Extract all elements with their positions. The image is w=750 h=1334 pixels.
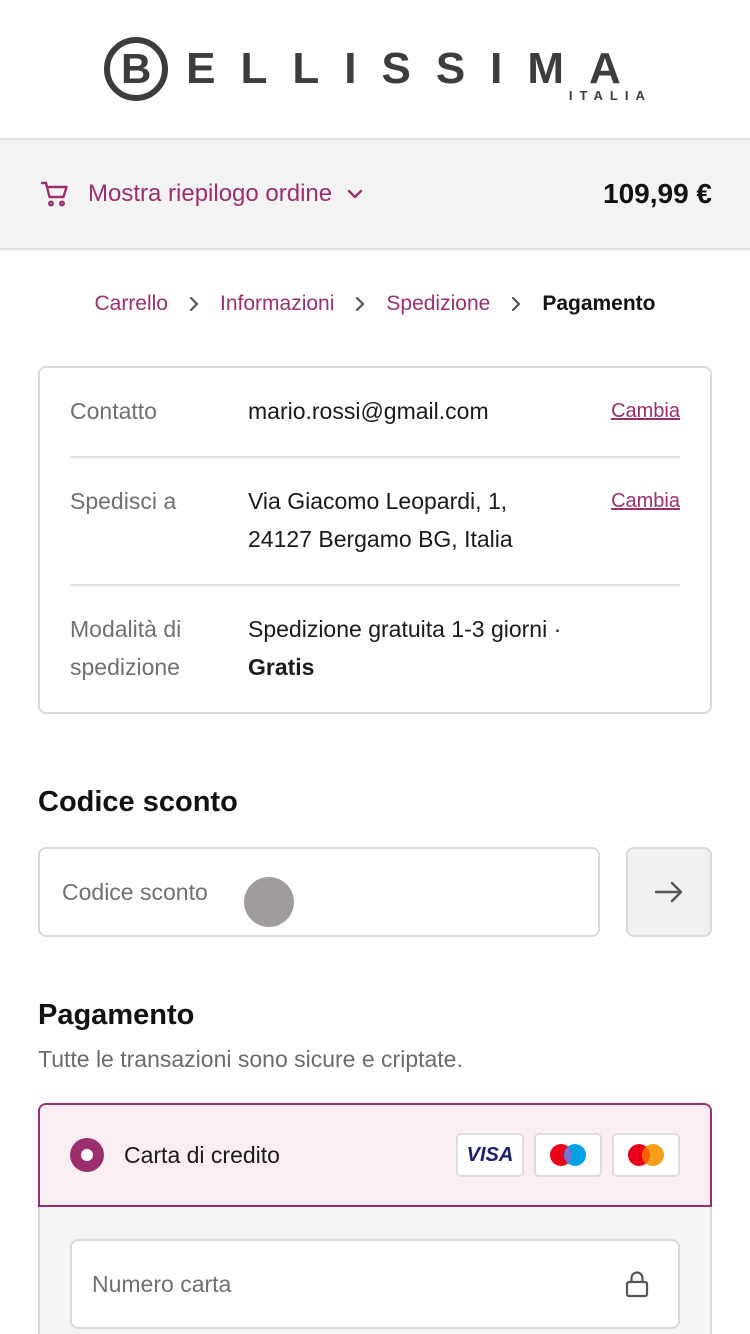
breadcrumb-cart[interactable]: Carrello xyxy=(94,292,168,316)
order-summary-label: Mostra riepilogo ordine xyxy=(88,180,333,207)
shipping-method-label: Modalità di spedizione xyxy=(70,616,182,680)
breadcrumb: Carrello Informazioni Spedizione Pagamen… xyxy=(0,292,750,316)
touch-indicator xyxy=(244,877,294,927)
card-number-placeholder: Numero carta xyxy=(92,1270,232,1297)
card-form: Numero carta xyxy=(38,1207,712,1334)
discount-placeholder: Codice sconto xyxy=(62,878,208,905)
breadcrumb-information[interactable]: Informazioni xyxy=(220,292,334,316)
visa-logo: VISA xyxy=(456,1133,524,1177)
change-address-link[interactable]: Cambia xyxy=(611,482,680,558)
ship-to-address: Via Giacomo Leopardi, 1, 24127 Bergamo B… xyxy=(248,488,513,552)
credit-card-label: Carta di credito xyxy=(124,1141,280,1168)
breadcrumb-payment: Pagamento xyxy=(542,292,656,315)
maestro-logo xyxy=(534,1133,602,1177)
shipping-method-row: Modalità di spedizione Spedizione gratui… xyxy=(70,586,680,712)
contact-row: Contatto mario.rossi@gmail.com Cambia xyxy=(70,368,680,458)
payment-subtitle: Tutte le transazioni sono sicure e cript… xyxy=(38,1046,463,1072)
credit-card-option[interactable]: Carta di credito VISA xyxy=(40,1105,710,1207)
arrow-right-icon xyxy=(654,881,683,903)
payment-options: Carta di credito VISA xyxy=(38,1103,712,1207)
ship-to-row: Spedisci a Via Giacomo Leopardi, 1, 2412… xyxy=(70,458,680,586)
logo-subtitle: ITALIA xyxy=(568,88,652,103)
site-header: B ELLISSIMA ITALIA xyxy=(0,0,750,140)
discount-code-input[interactable]: Codice sconto xyxy=(38,847,600,937)
card-number-input[interactable]: Numero carta xyxy=(70,1239,680,1329)
logo-b-mark: B xyxy=(104,37,169,101)
breadcrumb-shipping[interactable]: Spedizione xyxy=(386,292,490,316)
order-summary-toggle[interactable]: Mostra riepilogo ordine 109,99 € xyxy=(0,140,750,250)
chevron-right-icon xyxy=(510,295,522,313)
payment-title: Pagamento xyxy=(38,999,195,1031)
mastercard-logo xyxy=(612,1133,680,1177)
ship-to-label: Spedisci a xyxy=(70,488,177,514)
lock-icon xyxy=(625,1271,649,1298)
contact-label: Contatto xyxy=(70,398,157,424)
apply-discount-button[interactable] xyxy=(626,847,712,937)
order-total: 109,99 € xyxy=(603,178,712,209)
chevron-right-icon xyxy=(354,295,366,313)
chevron-down-icon xyxy=(347,189,363,199)
shipping-method-value: Spedizione gratuita 1-3 giorni · Gratis xyxy=(248,610,680,686)
discount-row: Codice sconto xyxy=(38,847,712,937)
discount-title: Codice sconto xyxy=(38,786,238,818)
shipping-price: Gratis xyxy=(248,654,315,680)
cart-icon xyxy=(40,181,68,207)
chevron-right-icon xyxy=(188,295,200,313)
order-review-box: Contatto mario.rossi@gmail.com Cambia Sp… xyxy=(38,366,712,714)
change-contact-link[interactable]: Cambia xyxy=(611,392,680,430)
brand-logo[interactable]: B ELLISSIMA ITALIA xyxy=(104,37,646,103)
radio-selected[interactable] xyxy=(70,1138,104,1172)
contact-value: mario.rossi@gmail.com xyxy=(248,398,489,424)
